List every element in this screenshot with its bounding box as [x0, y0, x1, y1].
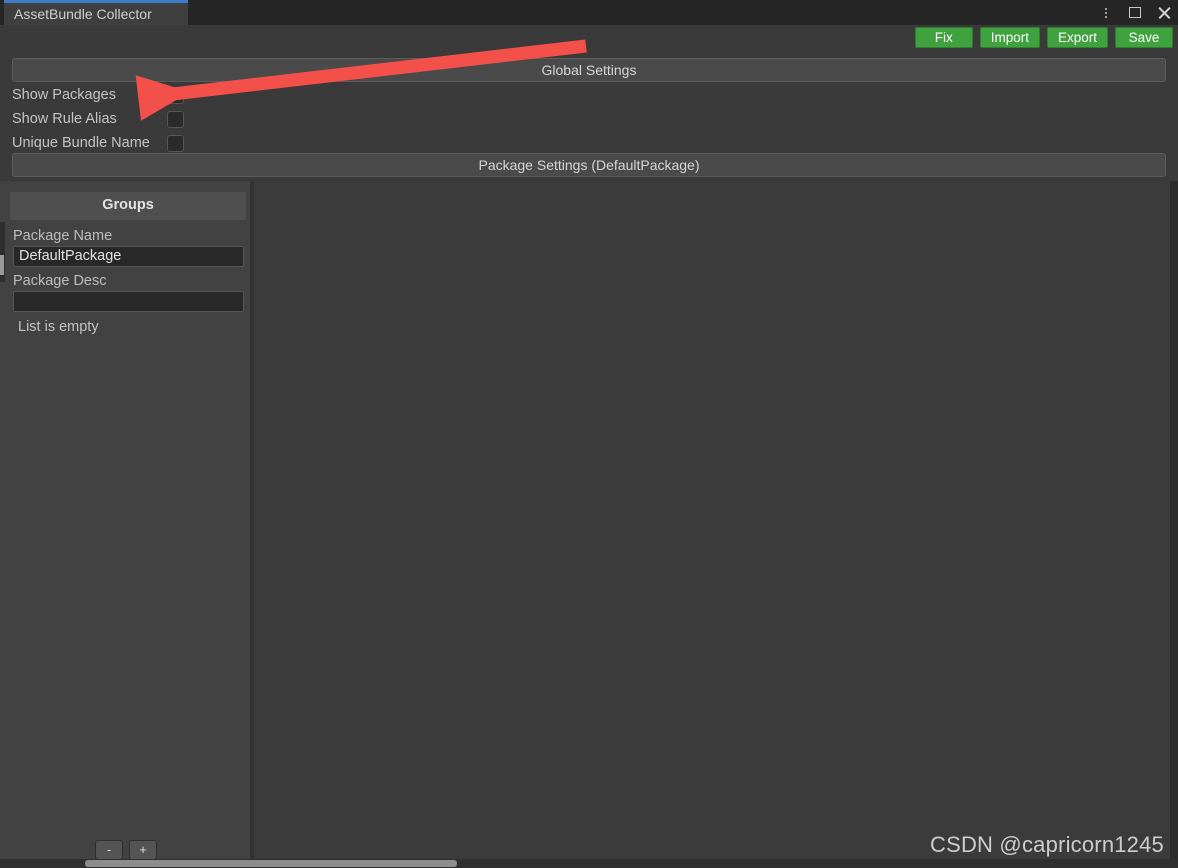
add-group-button[interactable]: +: [129, 840, 157, 860]
rules-main-area[interactable]: [254, 181, 1170, 868]
toolbar-buttons: Fix Import Export Save: [914, 27, 1173, 48]
tab-label: AssetBundle Collector: [14, 6, 152, 22]
package-name-label: Package Name: [13, 228, 113, 244]
export-button[interactable]: Export: [1046, 27, 1108, 48]
close-icon[interactable]: [1156, 5, 1172, 21]
window-controls: [1098, 0, 1172, 25]
groups-sidebar: Groups Package Name DefaultPackage Packa…: [0, 181, 250, 868]
kebab-menu-icon[interactable]: [1098, 5, 1114, 21]
title-bar: AssetBundle Collector: [0, 0, 1178, 25]
global-settings-header[interactable]: Global Settings: [12, 58, 1166, 82]
remove-group-button[interactable]: -: [95, 840, 123, 860]
groups-header[interactable]: Groups: [10, 192, 246, 220]
body: Groups Package Name DefaultPackage Packa…: [0, 181, 1178, 868]
option-row-unique-bundle-name[interactable]: Unique Bundle Name: [12, 131, 412, 155]
package-name-input[interactable]: DefaultPackage: [13, 246, 244, 267]
assetbundle-collector-window: AssetBundle Collector Fix Import Export …: [0, 0, 1178, 868]
show-rule-alias-checkbox[interactable]: [167, 110, 184, 128]
tab-assetbundle-collector[interactable]: AssetBundle Collector: [4, 0, 188, 25]
global-settings-options: Show Packages Show Rule Alias Unique Bun…: [12, 83, 412, 155]
show-packages-label: Show Packages: [12, 87, 116, 103]
horizontal-scrollbar-track[interactable]: [0, 859, 1178, 868]
group-list-buttons: - +: [95, 840, 157, 860]
right-edge-border: [1170, 181, 1178, 868]
option-row-show-rule-alias[interactable]: Show Rule Alias: [12, 107, 412, 131]
empty-list-message: List is empty: [18, 319, 99, 335]
package-desc-input[interactable]: [13, 291, 244, 312]
maximize-glyph: [1129, 7, 1141, 18]
show-packages-checkbox[interactable]: [167, 86, 184, 104]
show-rule-alias-label: Show Rule Alias: [12, 111, 117, 127]
package-desc-label: Package Desc: [13, 273, 107, 289]
horizontal-scrollbar-thumb[interactable]: [85, 860, 457, 867]
kebab-dot: [1105, 7, 1107, 10]
package-settings-header[interactable]: Package Settings (DefaultPackage): [12, 153, 1166, 177]
option-row-show-packages[interactable]: Show Packages: [12, 83, 412, 107]
kebab-dot: [1105, 11, 1107, 14]
background-window-sliver-text: [0, 255, 4, 275]
save-button[interactable]: Save: [1115, 27, 1173, 48]
maximize-icon[interactable]: [1127, 5, 1143, 21]
unique-bundle-name-label: Unique Bundle Name: [12, 135, 150, 151]
toolbar: Fix Import Export Save: [0, 25, 1178, 50]
unique-bundle-name-checkbox[interactable]: [167, 134, 184, 152]
fix-button[interactable]: Fix: [914, 27, 973, 48]
import-button[interactable]: Import: [979, 27, 1040, 48]
kebab-dot: [1105, 15, 1107, 18]
close-glyph: [1158, 6, 1171, 19]
